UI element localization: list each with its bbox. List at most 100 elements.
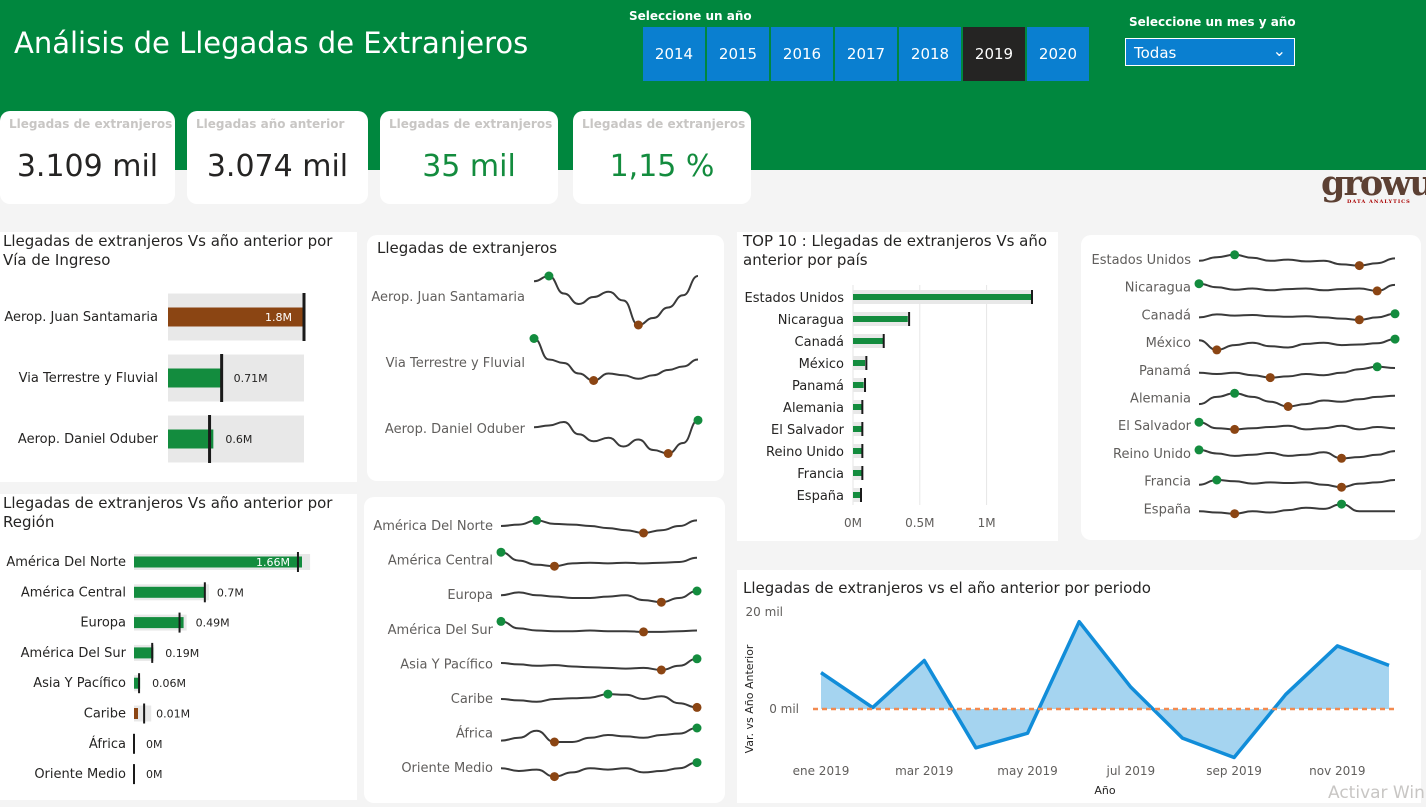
- category-label: Panamá: [792, 379, 844, 394]
- country-sparkline-chart: Estados Unidos Nicaragua Canadá México Panam…: [1091, 250, 1400, 519]
- year-button-2014[interactable]: 2014: [643, 27, 705, 81]
- sparkline-america-central: [500, 551, 698, 568]
- category-label: América Del Norte: [6, 555, 126, 570]
- min-point-caribe: [692, 702, 702, 712]
- bar-espana: [853, 492, 862, 498]
- max-point-panama: [1372, 362, 1382, 372]
- year-slicer-label: Seleccione un año: [629, 9, 752, 23]
- chart-sparklines-via-card: Llegadas de extranjeros Aerop. Juan Sant…: [367, 235, 724, 481]
- min-point-espana: [1230, 509, 1240, 519]
- min-point-panama: [1265, 373, 1275, 383]
- min-point-estados-unidos: [1354, 261, 1364, 271]
- max-point-asia-y-pacifico: [692, 654, 702, 664]
- min-point-oriente-medio: [549, 772, 559, 782]
- category-label: Estados Unidos: [744, 291, 844, 306]
- category-label: Canadá: [795, 335, 844, 350]
- chevron-down-icon: ⌄: [1272, 41, 1286, 60]
- growup-logo: growup DATA ANALYTICS: [1321, 163, 1426, 205]
- activation-watermark: Activar Win: [1328, 783, 1425, 803]
- x-tick-label: jul 2019: [1105, 764, 1155, 778]
- bar-caribe: [134, 708, 138, 719]
- category-label: Via Terrestre y Fluvial: [19, 371, 158, 386]
- max-point-el-salvador: [1194, 417, 1204, 427]
- x-tick-label: ene 2019: [793, 764, 850, 778]
- region-bar-chart: América Del Norte 1.66M América Central 0.7…: [6, 552, 311, 785]
- chart-via-ingreso-card: Llegadas de extranjeros Vs año anterior …: [0, 232, 357, 482]
- sparkline-nicaragua: [1198, 282, 1396, 292]
- category-label: México: [799, 357, 844, 372]
- max-point-alemania: [1230, 388, 1240, 398]
- year-button-2018[interactable]: 2018: [899, 27, 961, 81]
- x-tick-label: 1M: [978, 516, 996, 530]
- category-label: Francia: [797, 467, 844, 482]
- min-point-canada: [1354, 315, 1364, 325]
- max-point-mexico: [1390, 334, 1400, 344]
- max-point-via-terrestre-y-fluvial: [529, 334, 539, 343]
- month-slicer-label: Seleccione un mes y año: [1129, 15, 1296, 29]
- series-label: América Central: [388, 554, 493, 569]
- min-point-via-terrestre-y-fluvial: [589, 376, 599, 385]
- chart-sparklines-country-card: Estados Unidos Nicaragua Canadá México Panam…: [1081, 235, 1421, 540]
- series-label: Asia Y Pacífico: [400, 657, 493, 672]
- series-label: América Del Norte: [373, 519, 493, 534]
- month-dropdown[interactable]: Todas ⌄: [1125, 38, 1295, 66]
- min-point-francia: [1337, 482, 1347, 492]
- max-point-america-del-sur: [496, 616, 506, 626]
- min-point-reino-unido: [1337, 453, 1347, 463]
- category-label: España: [797, 489, 844, 504]
- year-button-2015[interactable]: 2015: [707, 27, 769, 81]
- year-button-2019[interactable]: 2019: [963, 27, 1025, 81]
- category-label: Nicaragua: [778, 313, 844, 328]
- bar-el-salvador: [853, 426, 863, 432]
- sparkline-america-del-sur: [500, 620, 698, 633]
- x-tick-label: mar 2019: [895, 764, 953, 778]
- data-label: 0.6M: [225, 433, 252, 446]
- kpi-label: Llegadas de extranjeros: [9, 117, 173, 131]
- category-label: Reino Unido: [766, 445, 844, 460]
- category-label: Caribe: [84, 707, 126, 722]
- category-label: América Central: [21, 585, 126, 600]
- y-axis-title: Var. vs Año Anterior: [743, 644, 756, 753]
- page-title: Análisis de Llegadas de Extranjeros: [14, 26, 529, 60]
- y-tick-label: 20 mil: [746, 605, 783, 619]
- logo-subtext: DATA ANALYTICS: [1347, 199, 1411, 205]
- year-button-2016[interactable]: 2016: [771, 27, 833, 81]
- series-label: Via Terrestre y Fluvial: [386, 356, 525, 371]
- sparkline-francia: [1198, 478, 1396, 489]
- min-point-america-central: [549, 561, 559, 571]
- month-dropdown-value: Todas: [1134, 44, 1177, 62]
- max-point-francia: [1212, 475, 1222, 485]
- sparkline-el-salvador: [1198, 421, 1396, 431]
- year-button-2017[interactable]: 2017: [835, 27, 897, 81]
- chart-top10-card: TOP 10 : Llegadas de extranjeros Vs año …: [737, 232, 1058, 541]
- chart-period-card: Llegadas de extranjeros vs el año anteri…: [737, 570, 1421, 803]
- via-ingreso-bar-chart: Aerop. Juan Santamaria 1.8M Via Terrestre …: [4, 293, 306, 463]
- max-point-america-del-norte: [532, 515, 542, 525]
- max-point-estados-unidos: [1230, 250, 1240, 260]
- series-label: Caribe: [451, 692, 493, 707]
- kpi-card-arrivals: Llegadas de extranjeros 3.109 mil: [0, 111, 175, 204]
- bar-aerop-daniel-oduber: [168, 429, 214, 449]
- kpi-value: 1,15 %: [609, 149, 715, 184]
- series-label: África: [456, 726, 493, 742]
- max-point-caribe: [603, 689, 613, 699]
- min-point-aerop-juan-santamaria: [633, 320, 643, 330]
- series-label: América Del Sur: [388, 623, 494, 638]
- bar-estados-unidos: [853, 294, 1032, 300]
- kpi-card-variation: Llegadas de extranjeros 35 mil: [380, 111, 558, 204]
- data-label: 0.7M: [217, 586, 244, 599]
- data-label: 0.49M: [196, 617, 230, 630]
- year-button-2020[interactable]: 2020: [1027, 27, 1089, 81]
- x-tick-label: 0M: [844, 516, 862, 530]
- x-tick-label: sep 2019: [1206, 764, 1262, 778]
- bar-america-central: [134, 586, 205, 598]
- bar-nicaragua: [853, 316, 908, 322]
- category-label: Oriente Medio: [34, 767, 126, 782]
- series-label: El Salvador: [1118, 419, 1192, 434]
- series-label: Europa: [447, 588, 493, 603]
- via-sparkline-chart: Aerop. Juan Santamaria Via Terrestre y Fl…: [371, 271, 703, 458]
- period-area-chart: 20 mil 0 mil Var. vs Año Anterior ene 2019 m…: [743, 605, 1397, 797]
- bar-francia: [853, 470, 863, 476]
- sparkline-via-terrestre-y-fluvial: [533, 337, 699, 382]
- series-label: Canadá: [1142, 308, 1191, 323]
